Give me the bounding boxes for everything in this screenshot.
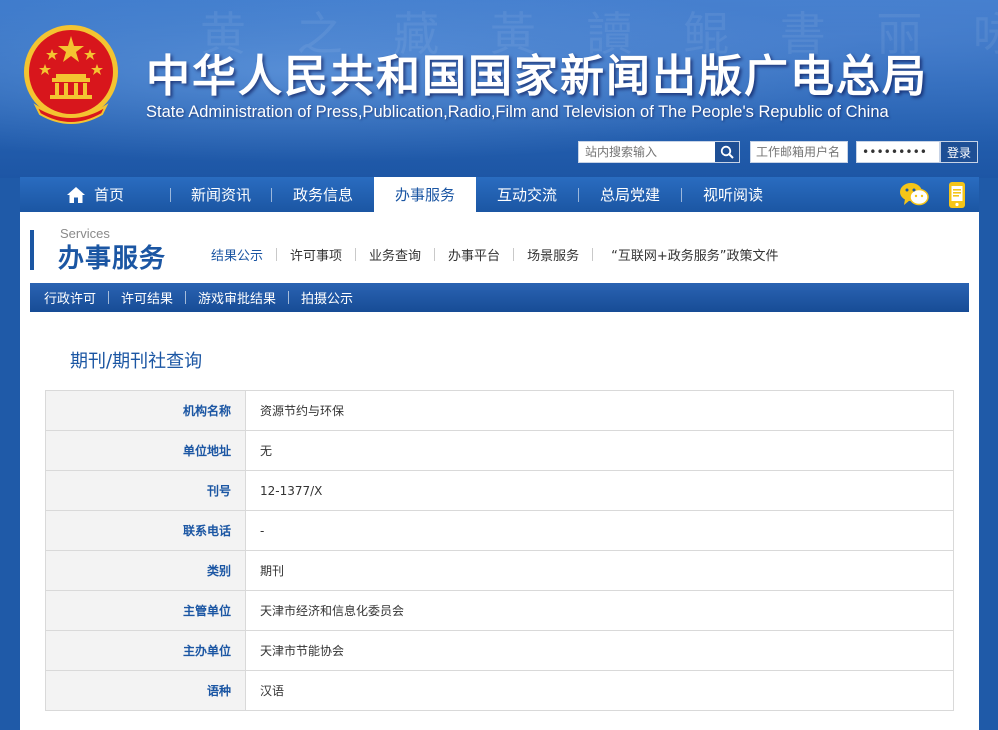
mobile-icon[interactable] [947, 181, 967, 209]
subnav-business-query[interactable]: 业务查询 [356, 245, 434, 264]
table-row: 联系电话 - [45, 510, 954, 551]
header-banner: 黄 之 藏 黃 讀 鲲 書 丽 咏 話 庄 戉 園 冊 周 豐 中华人民共和国国… [0, 0, 998, 178]
field-label: 主办单位 [45, 630, 246, 671]
subnav-license-items[interactable]: 许可事项 [277, 245, 355, 264]
wechat-icon[interactable] [899, 181, 929, 207]
field-value: 天津市经济和信息化委员会 [245, 590, 954, 631]
main-nav: 首页 新闻资讯 政务信息 办事服务 互动交流 总局党建 视听阅读 [20, 177, 979, 212]
nav-services[interactable]: 办事服务 [374, 177, 476, 212]
nav-party-building[interactable]: 总局党建 [579, 177, 681, 212]
field-label: 类别 [45, 550, 246, 591]
site-search [578, 141, 740, 163]
field-value: 12-1377/X [245, 470, 954, 511]
field-label: 联系电话 [45, 510, 246, 551]
subnav-policy-documents[interactable]: “互联网+政务服务”政策文件 [593, 245, 791, 264]
mail-password-input[interactable] [856, 141, 940, 163]
page-content: 首页 新闻资讯 政务信息 办事服务 互动交流 总局党建 视听阅读 Service… [20, 177, 979, 730]
search-button[interactable] [715, 142, 739, 162]
national-emblem-icon [24, 25, 118, 124]
section-title: 办事服务 [58, 244, 167, 274]
site-title-cn: 中华人民共和国国家新闻出版广电总局 [146, 51, 928, 102]
subnav-results-publicity[interactable]: 结果公示 [198, 245, 276, 264]
login-button[interactable]: 登录 [940, 141, 978, 163]
section-accent-bar [30, 230, 34, 270]
field-label: 刊号 [45, 470, 246, 511]
table-row: 刊号 12-1377/X [45, 470, 954, 511]
home-icon [66, 186, 86, 204]
search-icon [720, 145, 734, 159]
nav-interaction[interactable]: 互动交流 [476, 177, 578, 212]
tab-administrative-license[interactable]: 行政许可 [32, 288, 108, 307]
table-row: 单位地址 无 [45, 430, 954, 471]
section-header: Services 办事服务 结果公示 许可事项 业务查询 办事平台 场景服务 “… [30, 224, 969, 284]
mail-username-input[interactable] [750, 141, 848, 163]
nav-government-info[interactable]: 政务信息 [272, 177, 374, 212]
field-label: 语种 [45, 670, 246, 711]
search-input[interactable] [579, 142, 715, 162]
section-subnav: 结果公示 许可事项 业务查询 办事平台 场景服务 “互联网+政务服务”政策文件 [198, 245, 791, 264]
site-title-en: State Administration of Press,Publicatio… [146, 103, 889, 121]
nav-audio-video[interactable]: 视听阅读 [682, 177, 784, 212]
tab-license-results[interactable]: 许可结果 [109, 288, 185, 307]
subnav-scenario-services[interactable]: 场景服务 [514, 245, 592, 264]
tab-bar: 行政许可 许可结果 游戏审批结果 拍摄公示 [30, 283, 969, 312]
table-row: 机构名称 资源节约与环保 [45, 390, 954, 431]
table-row: 类别 期刊 [45, 550, 954, 591]
field-value: 汉语 [245, 670, 954, 711]
table-row: 主办单位 天津市节能协会 [45, 630, 954, 671]
field-label: 单位地址 [45, 430, 246, 471]
table-row: 语种 汉语 [45, 670, 954, 711]
field-label: 机构名称 [45, 390, 246, 431]
nav-home[interactable]: 首页 [20, 177, 170, 212]
nav-home-label: 首页 [93, 186, 124, 204]
table-row: 主管单位 天津市经济和信息化委员会 [45, 590, 954, 631]
page-title: 期刊/期刊社查询 [70, 351, 203, 372]
field-value: - [245, 510, 954, 551]
field-value: 资源节约与环保 [245, 390, 954, 431]
field-value: 天津市节能协会 [245, 630, 954, 671]
tab-game-approval-results[interactable]: 游戏审批结果 [186, 288, 288, 307]
field-value: 期刊 [245, 550, 954, 591]
subnav-service-platform[interactable]: 办事平台 [435, 245, 513, 264]
tab-filming-publicity[interactable]: 拍摄公示 [289, 288, 365, 307]
field-label: 主管单位 [45, 590, 246, 631]
nav-news[interactable]: 新闻资讯 [171, 177, 271, 212]
field-value: 无 [245, 430, 954, 471]
periodical-info-table: 机构名称 资源节约与环保 单位地址 无 刊号 12-1377/X 联系电话 - … [45, 390, 954, 711]
nav-right-icons [899, 181, 967, 209]
